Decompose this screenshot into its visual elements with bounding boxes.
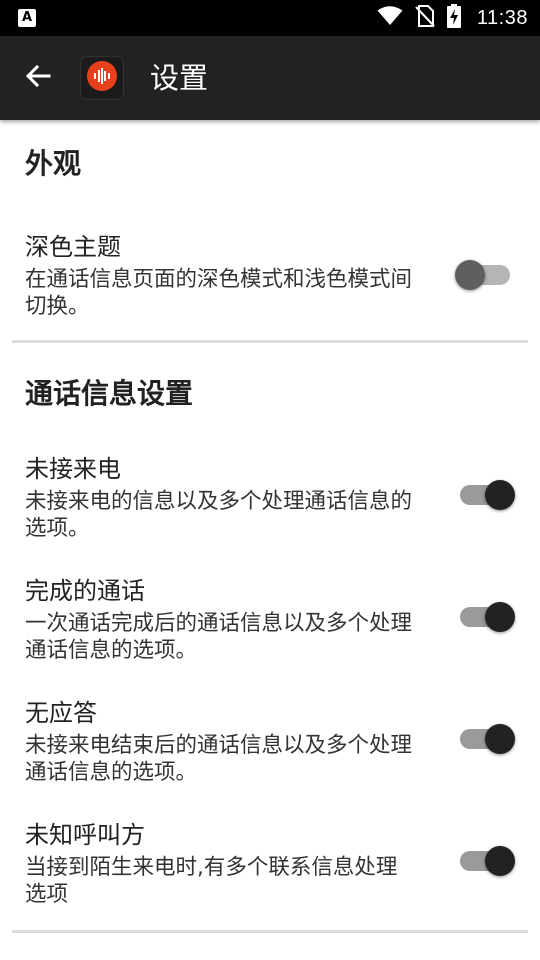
notification-icon: A [18, 9, 36, 27]
pref-summary: 当接到陌生来电时,有多个联系信息处理选项 [25, 855, 398, 907]
pref-summary: 未接来电结束后的通话信息以及多个处理通话信息的选项。 [25, 733, 413, 785]
section-header-call-info: 通话信息设置 [0, 346, 540, 446]
switch-thumb [485, 846, 515, 876]
pref-dark-theme[interactable]: 深色主题 在通话信息页面的深色模式和浅色模式间切换。 [0, 206, 540, 342]
wifi-icon [377, 6, 403, 30]
section-title: 通话信息设置 [25, 377, 194, 410]
pref-title: 无应答 [25, 699, 97, 727]
app-logo [80, 56, 124, 100]
battery-charging-icon [446, 4, 461, 32]
switch-thumb [485, 480, 515, 510]
section-divider [12, 930, 528, 933]
no-answer-switch[interactable] [460, 721, 515, 757]
switch-thumb [485, 602, 515, 632]
status-bar: A 11:38 [0, 0, 540, 36]
pref-title: 深色主题 [25, 233, 121, 261]
back-button[interactable] [18, 58, 58, 98]
unknown-caller-switch[interactable] [460, 843, 515, 879]
pref-no-answer[interactable]: 无应答 未接来电结束后的通话信息以及多个处理通话信息的选项。 [0, 690, 540, 812]
pref-summary: 在通话信息页面的深色模式和浅色模式间切换。 [25, 267, 413, 319]
missed-call-switch[interactable] [460, 477, 515, 513]
app-bar: 设置 [0, 36, 540, 120]
page-title: 设置 [150, 61, 209, 95]
voice-wave-icon [86, 60, 118, 96]
status-icons: 11:38 [377, 0, 528, 36]
section-title: 外观 [25, 147, 82, 180]
pref-missed-call[interactable]: 未接来电 未接来电的信息以及多个处理通话信息的选项。 [0, 446, 540, 568]
dark-theme-switch[interactable] [455, 257, 510, 293]
pref-unknown-caller[interactable]: 未知呼叫方 当接到陌生来电时,有多个联系信息处理选项 [0, 812, 540, 934]
status-time: 11:38 [476, 6, 528, 29]
pref-title: 未知呼叫方 [25, 821, 145, 849]
completed-call-switch[interactable] [460, 599, 515, 635]
switch-thumb [485, 724, 515, 754]
section-divider [12, 340, 528, 343]
no-sim-icon [415, 5, 435, 31]
pref-title: 完成的通话 [25, 577, 145, 605]
section-header-appearance: 外观 [0, 120, 540, 206]
pref-summary: 一次通话完成后的通话信息以及多个处理通话信息的选项。 [25, 611, 413, 663]
arrow-left-icon [24, 62, 52, 94]
pref-completed-call[interactable]: 完成的通话 一次通话完成后的通话信息以及多个处理通话信息的选项。 [0, 568, 540, 690]
pref-title: 未接来电 [25, 455, 121, 483]
settings-list: 外观 深色主题 在通话信息页面的深色模式和浅色模式间切换。 通话信息设置 未接来… [0, 120, 540, 934]
switch-thumb [455, 260, 485, 290]
pref-summary: 未接来电的信息以及多个处理通话信息的选项。 [25, 489, 413, 541]
